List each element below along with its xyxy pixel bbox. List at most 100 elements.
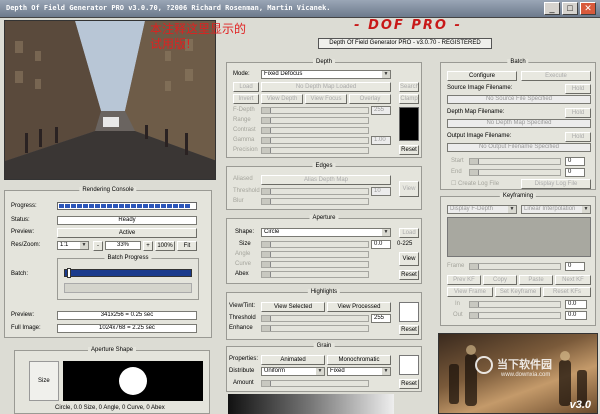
range-label: Range bbox=[233, 117, 251, 123]
aperture-circle bbox=[119, 367, 147, 395]
zoom-out-button[interactable]: - bbox=[93, 241, 103, 251]
zoom-value[interactable]: 33% bbox=[105, 241, 141, 250]
grain-panel: Grain Properties: Animated Monochromatic… bbox=[226, 343, 422, 392]
view-frame-button[interactable]: View Frame bbox=[447, 287, 493, 297]
depth-color-swatch[interactable] bbox=[399, 107, 419, 141]
start-value[interactable]: 0 bbox=[565, 157, 585, 166]
view-processed-button[interactable]: View Processed bbox=[327, 302, 391, 312]
paste-button[interactable]: Paste bbox=[519, 275, 553, 285]
range-slider[interactable] bbox=[261, 117, 369, 124]
zoom-in-button[interactable]: + bbox=[143, 241, 153, 251]
hl-threshold-value[interactable]: 255 bbox=[371, 314, 391, 323]
animated-button[interactable]: Animated bbox=[261, 355, 325, 365]
edges-threshold-slider[interactable] bbox=[261, 188, 369, 195]
minimize-button[interactable]: _ bbox=[544, 2, 560, 15]
grain-fixed-select[interactable]: Fixed bbox=[327, 367, 391, 376]
shape-select[interactable]: Circle bbox=[261, 228, 391, 237]
set-keyframe-button[interactable]: Set Keyframe bbox=[495, 287, 541, 297]
monochromatic-button[interactable]: Monochromatic bbox=[327, 355, 391, 365]
output-hold-button[interactable]: Hold bbox=[565, 132, 591, 142]
frame-value[interactable]: 0 bbox=[565, 262, 585, 271]
fit-button[interactable]: Fit bbox=[177, 241, 197, 251]
precision-slider[interactable] bbox=[261, 147, 369, 154]
size-slider[interactable] bbox=[261, 241, 369, 248]
edges-blur-slider[interactable] bbox=[261, 198, 369, 205]
size-label: Size bbox=[38, 378, 50, 384]
aperture-reset-button[interactable]: Reset bbox=[399, 270, 419, 280]
gamma-slider[interactable] bbox=[261, 137, 369, 144]
configure-button[interactable]: Configure bbox=[447, 71, 517, 81]
batch-progress-marker bbox=[67, 268, 71, 278]
angle-slider[interactable] bbox=[261, 251, 369, 258]
contrast-slider[interactable] bbox=[261, 127, 369, 134]
preview-active-button[interactable]: Active bbox=[57, 228, 197, 238]
window-controls: _ □ ✕ bbox=[544, 2, 596, 15]
end-value[interactable]: 0 bbox=[565, 168, 585, 177]
highlights-reset-button[interactable]: Reset bbox=[399, 325, 419, 335]
grain-color-swatch[interactable] bbox=[399, 355, 419, 375]
gamma-value[interactable]: 1.00 bbox=[371, 136, 391, 145]
prev-kf-button[interactable]: Prev KF bbox=[447, 275, 481, 285]
alias-depth-map-button[interactable]: Alias Depth Map bbox=[261, 175, 391, 185]
in-slider[interactable] bbox=[469, 301, 561, 308]
source-filename-field[interactable]: No Source File Specified bbox=[447, 95, 591, 104]
kf-graph[interactable] bbox=[447, 217, 591, 257]
next-kf-button[interactable]: Next KF bbox=[555, 275, 591, 285]
depth-reset-button[interactable]: Reset bbox=[399, 145, 419, 155]
source-hold-button[interactable]: Hold bbox=[565, 84, 591, 94]
close-button[interactable]: ✕ bbox=[580, 2, 596, 15]
hl-threshold-slider[interactable] bbox=[261, 315, 369, 322]
overlay-note: 本注释这里显示的 试用版! bbox=[150, 22, 247, 51]
invert-button[interactable]: Invert bbox=[233, 94, 259, 104]
properties-label: Properties: bbox=[229, 356, 259, 362]
distribute-select[interactable]: Uniform bbox=[261, 367, 325, 376]
copy-button[interactable]: Copy bbox=[483, 275, 517, 285]
size-value[interactable]: 0.0 bbox=[371, 240, 391, 249]
clamp-button[interactable]: Clamp bbox=[399, 94, 419, 104]
aperture-load-button[interactable]: Load bbox=[399, 228, 419, 238]
highlights-panel: Highlights View/Tint: View Selected View… bbox=[226, 289, 422, 340]
end-slider[interactable] bbox=[469, 169, 561, 176]
enhance-slider[interactable] bbox=[261, 325, 369, 332]
view-selected-button[interactable]: View Selected bbox=[261, 302, 325, 312]
execute-button[interactable]: Execute bbox=[521, 71, 591, 81]
abex-slider[interactable] bbox=[261, 271, 369, 278]
maximize-button[interactable]: □ bbox=[562, 2, 578, 15]
aliased-label: Aliased bbox=[233, 176, 253, 182]
out-value[interactable]: 0.0 bbox=[565, 311, 587, 320]
depth-load-button[interactable]: Load bbox=[233, 82, 259, 92]
start-slider[interactable] bbox=[469, 158, 561, 165]
aperture-view-button[interactable]: View bbox=[399, 252, 419, 266]
edges-threshold-label: Threshold bbox=[233, 188, 260, 194]
edges-view-button[interactable]: View bbox=[399, 181, 419, 197]
resolution-select[interactable]: 1:1 bbox=[57, 241, 89, 250]
amount-slider[interactable] bbox=[261, 380, 369, 387]
output-filename-field[interactable]: No Output Filename Specified bbox=[447, 143, 591, 152]
in-value[interactable]: 0.0 bbox=[565, 300, 587, 309]
grain-reset-button[interactable]: Reset bbox=[399, 379, 419, 389]
view-focus-button[interactable]: View Focus bbox=[305, 94, 347, 104]
display-log-button[interactable]: Display Log File bbox=[521, 179, 591, 189]
status-value: Ready bbox=[57, 216, 197, 225]
view-depth-button[interactable]: View Depth bbox=[261, 94, 303, 104]
kf-interp-select[interactable]: Linear Interpolation bbox=[521, 205, 591, 214]
status-label: Status: bbox=[11, 217, 30, 223]
reset-kfs-button[interactable]: Reset KFs bbox=[543, 287, 591, 297]
overlay-button[interactable]: Overlay bbox=[349, 94, 391, 104]
frame-slider[interactable] bbox=[469, 263, 561, 270]
search-button[interactable]: Search bbox=[399, 82, 419, 92]
title-bar: Depth Of Field Generator PRO v3.0.70, ?2… bbox=[0, 0, 600, 18]
depth-map-filename-field[interactable]: No Depth Map Specified bbox=[447, 119, 591, 128]
fdepth-slider[interactable] bbox=[261, 107, 369, 114]
highlight-color-swatch[interactable] bbox=[399, 302, 419, 322]
fdepth-value[interactable]: 255 bbox=[371, 106, 391, 115]
edges-threshold-value[interactable]: 10 bbox=[371, 187, 391, 196]
mode-select[interactable]: Fixed Defocus bbox=[261, 70, 391, 79]
kf-param-select[interactable]: Display F-Depth bbox=[447, 205, 517, 214]
out-slider[interactable] bbox=[469, 312, 561, 319]
window-title: Depth Of Field Generator PRO v3.0.70, ?2… bbox=[6, 4, 331, 12]
curve-slider[interactable] bbox=[261, 261, 369, 268]
create-log-label[interactable]: ☐ Create Log File bbox=[451, 180, 499, 187]
depth-hold-button[interactable]: Hold bbox=[565, 108, 591, 118]
zoom-100-button[interactable]: 100% bbox=[155, 241, 175, 251]
